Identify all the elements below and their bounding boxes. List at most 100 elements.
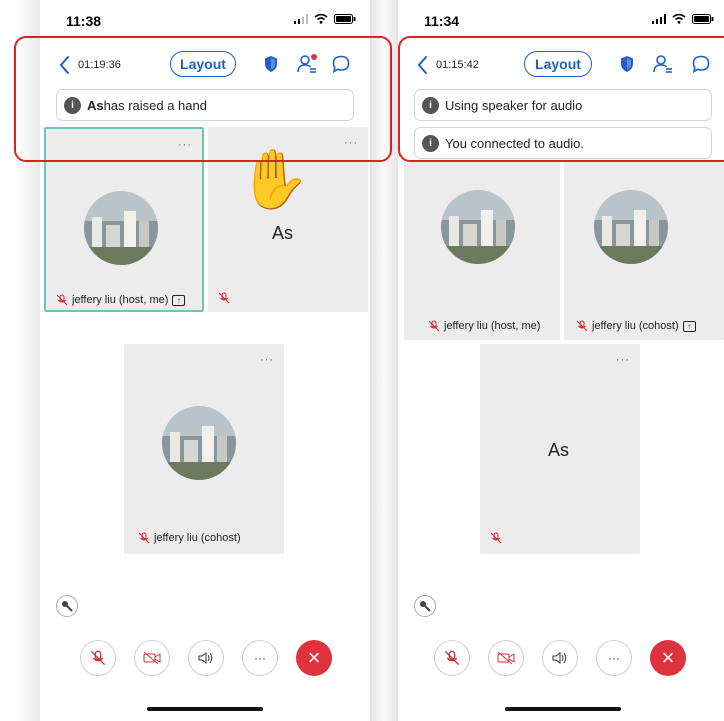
city-photo-avatar <box>594 190 668 264</box>
left-edge-shadow <box>16 0 40 721</box>
meeting-timer: 01:15:42 <box>436 59 479 71</box>
home-indicator <box>505 707 621 711</box>
key-icon[interactable] <box>56 595 78 617</box>
back-chevron-icon[interactable] <box>412 52 434 78</box>
speaker-button[interactable] <box>188 640 224 676</box>
speaker-icon <box>552 652 567 664</box>
key-icon[interactable] <box>414 595 436 617</box>
info-icon: i <box>422 135 439 152</box>
avatar <box>84 191 158 265</box>
end-call-button[interactable]: × <box>296 640 332 676</box>
cohost-name: jeffery liu (cohost) <box>154 532 241 544</box>
speaker-icon <box>198 652 213 664</box>
meeting-timer: 01:19:36 <box>78 59 121 71</box>
tile-more-menu[interactable]: ··· <box>178 139 192 151</box>
mic-muted-icon <box>428 320 440 332</box>
more-options-button[interactable]: ··· <box>596 640 632 676</box>
home-indicator <box>147 707 263 711</box>
share-upload-icon: ↑ <box>172 294 186 306</box>
info-icon: i <box>64 97 81 114</box>
mic-muted-icon <box>444 650 460 666</box>
tile-name-label: jeffery liu (host, me) ↑ <box>56 294 186 306</box>
host-name: jeffery liu (host, me) <box>72 294 169 306</box>
tile-more-menu[interactable]: ··· <box>616 354 630 366</box>
meeting-top-bar: 01:15:42 Layout <box>398 48 724 84</box>
security-shield-icon[interactable] <box>616 53 638 75</box>
video-tile-as[interactable]: ··· ✋ As <box>208 127 368 312</box>
city-photo-avatar <box>84 191 158 265</box>
status-bar: 11:38 <box>40 0 370 36</box>
video-tile-host[interactable]: ··· jeffery liu (host, me) ↑ <box>44 127 204 312</box>
mute-button[interactable] <box>80 640 116 676</box>
cohost-name: jeffery liu (cohost) <box>592 320 679 332</box>
info-icon: i <box>422 97 439 114</box>
camera-off-icon <box>143 651 161 665</box>
tile-more-menu[interactable]: ··· <box>260 354 274 366</box>
notice-participant-name: As <box>87 97 104 113</box>
video-off-button[interactable] <box>488 640 524 676</box>
video-tile-host[interactable]: jeffery liu (host, me) <box>404 162 560 340</box>
mic-muted-icon <box>576 320 588 332</box>
speaker-button[interactable] <box>542 640 578 676</box>
mute-button[interactable] <box>434 640 470 676</box>
battery-icon <box>334 14 356 24</box>
chat-bubble-icon[interactable] <box>330 53 352 75</box>
status-bar: 11:34 <box>398 0 724 36</box>
raised-hand-notification: i As has raised a hand <box>56 89 354 121</box>
video-tile-cohost[interactable]: ··· jeffery liu (cohost) <box>124 344 284 554</box>
participants-icon[interactable] <box>652 53 674 75</box>
more-options-button[interactable]: ··· <box>242 640 278 676</box>
city-photo-avatar <box>162 406 236 480</box>
security-shield-icon[interactable] <box>260 53 282 75</box>
avatar <box>594 190 668 264</box>
end-call-button[interactable]: × <box>650 640 686 676</box>
share-upload-icon: ↑ <box>682 320 696 332</box>
center-divider <box>370 0 398 721</box>
back-chevron-icon[interactable] <box>54 52 76 78</box>
signal-icon <box>652 14 666 24</box>
notice-text: Using speaker for audio <box>445 97 583 113</box>
chat-bubble-icon[interactable] <box>690 53 712 75</box>
avatar <box>441 190 515 264</box>
comparison-stage: 11:38 01:19:36 Layout i As has raised a … <box>0 0 724 721</box>
system-icons <box>294 14 356 24</box>
host-name: jeffery liu (host, me) <box>444 320 541 332</box>
tile-name-label: jeffery liu (cohost) <box>138 532 241 544</box>
video-tile-as[interactable]: ··· As <box>480 344 640 554</box>
speaker-notification: i Using speaker for audio <box>414 89 712 121</box>
audio-connected-notification: i You connected to audio. <box>414 127 712 159</box>
notice-text: has raised a hand <box>103 97 207 113</box>
participants-icon[interactable] <box>296 53 318 75</box>
as-name-placeholder: As <box>548 440 570 460</box>
right-phone-screen: 11:34 01:15:42 Layout i Using speaker fo… <box>398 0 724 721</box>
avatar <box>162 406 236 480</box>
wifi-icon <box>672 14 686 24</box>
mic-muted-icon <box>90 650 106 666</box>
status-time: 11:34 <box>424 13 460 29</box>
battery-icon <box>692 14 714 24</box>
mic-muted-icon <box>138 532 150 544</box>
left-phone-screen: 11:38 01:19:36 Layout i As has raised a … <box>40 0 370 721</box>
tile-name-label <box>218 292 230 304</box>
layout-button[interactable]: Layout <box>170 51 236 77</box>
meeting-top-bar: 01:19:36 Layout <box>40 48 370 84</box>
notice-text: You connected to audio. <box>445 135 585 151</box>
mic-muted-icon <box>218 292 230 304</box>
system-icons <box>652 14 714 24</box>
video-off-button[interactable] <box>134 640 170 676</box>
mic-muted-icon <box>490 532 502 544</box>
city-photo-avatar <box>441 190 515 264</box>
signal-icon <box>294 14 308 24</box>
status-time: 11:38 <box>66 13 102 29</box>
layout-button[interactable]: Layout <box>524 51 592 77</box>
raised-hand-icon: ✋ <box>238 147 311 212</box>
mic-muted-icon <box>56 294 68 306</box>
as-name-placeholder: As <box>272 223 294 243</box>
wifi-icon <box>314 14 328 24</box>
tile-name-label: jeffery liu (host, me) <box>428 320 540 332</box>
tile-name-label: jeffery liu (cohost) ↑ <box>576 320 696 332</box>
camera-off-icon <box>497 651 515 665</box>
tile-name-label <box>490 532 502 544</box>
tile-more-menu[interactable]: ··· <box>344 137 358 149</box>
video-tile-cohost[interactable]: jeffery liu (cohost) ↑ <box>564 162 724 340</box>
